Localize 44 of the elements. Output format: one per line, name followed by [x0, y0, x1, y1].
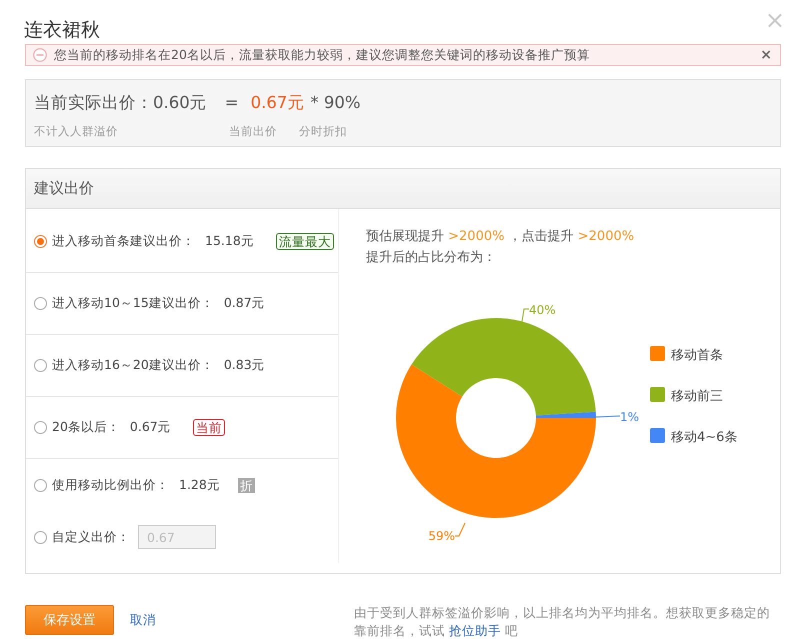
radio-button[interactable]	[34, 235, 47, 248]
option-label: 使用移动比例出价：	[52, 476, 169, 494]
legend-label: 移动4~6条	[671, 430, 738, 445]
option-label: 进入移动16～20建议出价：	[52, 357, 214, 374]
assistant-link[interactable]: 抢位助手	[448, 623, 501, 638]
radio-button[interactable]	[34, 297, 47, 310]
price-caption: 不计入人群溢价	[34, 124, 119, 139]
discount-tag: 折	[238, 478, 255, 492]
option-label: 自定义出价：	[52, 528, 130, 546]
distribution-caption: 提升后的占比分布为：	[365, 249, 497, 267]
ranking-note: 由于受到人群标签溢价影响，以上排名均为平均排名。想获取更多稳定的靠前排名，试试 抢位助手 吧	[354, 604, 771, 639]
data-label: 59%	[428, 529, 455, 543]
bid-value: 0.67元	[130, 419, 171, 436]
close-icon[interactable]: ×	[760, 48, 772, 62]
radio-button[interactable]	[34, 421, 47, 434]
discount-factor: * 90%	[310, 93, 360, 112]
leader-line	[454, 522, 466, 536]
actual-price: 当前实际出价：0.60元	[34, 92, 207, 114]
option-label: 20条以后：	[52, 419, 120, 436]
current-bid: 0.67元	[250, 92, 304, 114]
price-caption: 分时折扣	[299, 124, 347, 139]
estimate-text: 预估展现提升 >2000% ，点击提升 >2000%	[365, 228, 636, 246]
data-label: 40%	[529, 303, 556, 317]
option-label: 进入移动首条建议出价：	[52, 233, 195, 250]
leader-line	[596, 416, 620, 418]
bid-value: 15.18元	[205, 233, 254, 250]
current-tag: 当前	[192, 419, 225, 436]
minus-circle-icon	[33, 48, 47, 62]
data-label: 1%	[620, 410, 640, 424]
alert-message: 您当前的移动排名在20名以后，流量获取能力较弱，建议您调整您关键词的移动设备推广预算	[54, 46, 591, 64]
dialog-title: 连衣裙秋	[24, 18, 100, 43]
price-caption: 当前出价	[229, 124, 278, 139]
cancel-link[interactable]: 取消	[130, 612, 156, 629]
radio-button[interactable]	[34, 359, 47, 372]
option-label: 进入移动10～15建议出价：	[52, 295, 214, 312]
equals-sign: =	[224, 93, 239, 112]
radio-button[interactable]	[34, 478, 47, 492]
panel-title: 建议出价	[34, 179, 94, 198]
bid-value: 0.83元	[224, 357, 265, 374]
legend-label: 移动前三	[671, 389, 723, 404]
legend-label: 移动首条	[671, 348, 723, 363]
flow-tag: 流量最大	[276, 233, 334, 250]
bid-value: 1.28元	[179, 476, 220, 494]
bid-value: 0.87元	[224, 295, 265, 312]
